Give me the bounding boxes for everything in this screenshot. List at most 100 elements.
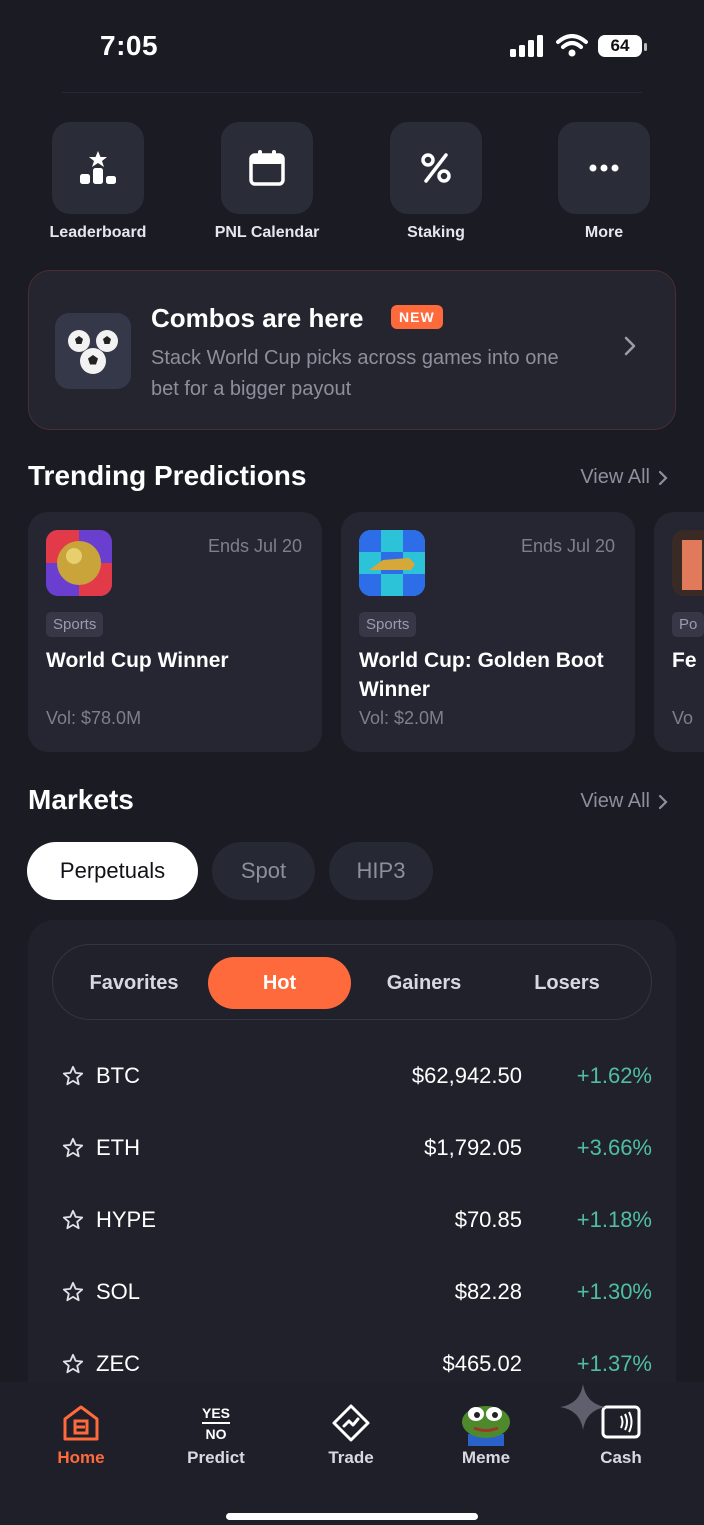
market-price: $465.02 bbox=[442, 1351, 522, 1376]
leaderboard-icon bbox=[52, 122, 144, 214]
view-all-label: View All bbox=[580, 466, 650, 488]
market-row-zec[interactable]: ZEC $465.02 +1.37% bbox=[62, 1344, 652, 1384]
battery-indicator: 64 bbox=[598, 35, 647, 57]
home-indicator bbox=[226, 1513, 478, 1520]
trending-view-all[interactable]: View All bbox=[580, 466, 668, 489]
prediction-title: World Cup Winner bbox=[46, 649, 229, 672]
market-symbol: BTC bbox=[96, 1063, 140, 1088]
tab-hip3[interactable]: HIP3 bbox=[329, 842, 433, 900]
market-symbol: ZEC bbox=[96, 1351, 140, 1376]
market-row-hype[interactable]: HYPE $70.85 +1.18% bbox=[62, 1200, 652, 1240]
banner-title: Combos are here bbox=[151, 303, 364, 333]
signal-icon bbox=[510, 35, 543, 57]
quick-action-leaderboard[interactable]: Leaderboard bbox=[33, 122, 163, 242]
star-icon[interactable] bbox=[62, 1209, 84, 1231]
prediction-title: World Cup: Golden Boot Winner bbox=[359, 649, 604, 701]
banner-subtitle: Stack World Cup picks across games into … bbox=[151, 347, 559, 400]
market-symbol: SOL bbox=[96, 1279, 141, 1304]
nav-home[interactable]: Home bbox=[21, 1400, 141, 1468]
markets-view-all[interactable]: View All bbox=[580, 790, 668, 813]
quick-action-label: Leaderboard bbox=[49, 224, 147, 241]
star-icon[interactable] bbox=[62, 1281, 84, 1303]
market-row-sol[interactable]: SOL $82.28 +1.30% bbox=[62, 1272, 652, 1312]
nav-label: Meme bbox=[461, 1448, 511, 1467]
bottom-nav: Home YES NO Predict Trade Meme Cash bbox=[0, 1382, 704, 1525]
yes-no-icon: YES NO bbox=[156, 1400, 276, 1446]
chevron-right-icon bbox=[658, 470, 668, 485]
world-cup-image bbox=[46, 530, 112, 596]
nav-label: Trade bbox=[328, 1448, 374, 1467]
nav-trade[interactable]: Trade bbox=[291, 1400, 411, 1468]
trending-title: Trending Predictions bbox=[28, 460, 307, 491]
status-time: 7:05 bbox=[100, 30, 159, 61]
market-price: $82.28 bbox=[454, 1279, 522, 1304]
frog-icon bbox=[426, 1400, 546, 1446]
more-icon bbox=[558, 122, 650, 214]
nav-meme[interactable]: Meme bbox=[426, 1400, 546, 1468]
sparkle-icon bbox=[560, 1384, 606, 1430]
markets-title: Markets bbox=[28, 784, 134, 815]
calendar-icon bbox=[221, 122, 313, 214]
quick-action-label: Staking bbox=[407, 224, 465, 241]
market-symbol: ETH bbox=[96, 1135, 140, 1160]
market-change: +1.37% bbox=[576, 1351, 652, 1376]
filter-hot[interactable]: Hot bbox=[208, 957, 351, 1009]
filter-favorites[interactable]: Favorites bbox=[63, 957, 205, 1009]
market-price: $62,942.50 bbox=[411, 1063, 522, 1088]
nav-label: Cash bbox=[600, 1448, 642, 1467]
status-icons: 64 bbox=[510, 34, 647, 58]
tab-spot[interactable]: Spot bbox=[212, 842, 315, 900]
combos-banner[interactable]: Combos are here NEW Stack World Cup pick… bbox=[28, 270, 676, 430]
category-tag: Sports bbox=[46, 612, 104, 637]
percent-icon bbox=[390, 122, 482, 214]
prediction-card-partial[interactable]: Po Fe Vo bbox=[654, 512, 704, 752]
filter-gainers[interactable]: Gainers bbox=[353, 957, 495, 1009]
trade-icon bbox=[291, 1400, 411, 1446]
nav-label: Home bbox=[57, 1448, 105, 1467]
star-icon[interactable] bbox=[62, 1137, 84, 1159]
market-row-btc[interactable]: BTC $62,942.50 +1.62% bbox=[62, 1056, 652, 1096]
prediction-end-date: Ends Jul 20 bbox=[207, 536, 302, 556]
quick-action-staking[interactable]: Staking bbox=[371, 122, 501, 242]
quick-action-label: PNL Calendar bbox=[214, 224, 320, 241]
prediction-volume: Vo bbox=[672, 708, 694, 728]
star-icon[interactable] bbox=[62, 1065, 84, 1087]
tab-perpetuals[interactable]: Perpetuals bbox=[27, 842, 198, 900]
quick-action-pnl-calendar[interactable]: PNL Calendar bbox=[202, 122, 332, 242]
golden-boot-image bbox=[359, 530, 425, 596]
quick-action-more[interactable]: More bbox=[539, 122, 669, 242]
prediction-end-date: Ends Jul 20 bbox=[520, 536, 615, 556]
market-change: +1.30% bbox=[576, 1279, 652, 1304]
nav-label: Predict bbox=[187, 1448, 245, 1467]
home-icon bbox=[21, 1400, 141, 1446]
chevron-right-icon bbox=[624, 336, 636, 356]
market-change: +1.18% bbox=[576, 1207, 652, 1232]
prediction-volume: Vol: $78.0M bbox=[46, 708, 142, 728]
market-row-eth[interactable]: ETH $1,792.05 +3.66% bbox=[62, 1128, 652, 1168]
wifi-icon bbox=[556, 34, 588, 57]
chevron-right-icon bbox=[658, 794, 668, 809]
market-price: $70.85 bbox=[454, 1207, 522, 1232]
prediction-volume: Vol: $2.0M bbox=[359, 708, 445, 728]
category-tag: Po bbox=[672, 612, 704, 637]
market-change: +3.66% bbox=[576, 1135, 652, 1160]
filter-bar: Favorites Hot Gainers Losers bbox=[52, 944, 652, 1020]
market-price: $1,792.05 bbox=[424, 1135, 522, 1160]
prediction-card[interactable]: Ends Jul 20 Sports World Cup Winner Vol:… bbox=[28, 512, 322, 752]
prediction-image bbox=[672, 530, 704, 596]
yes-label: YES bbox=[201, 1406, 230, 1424]
filter-losers[interactable]: Losers bbox=[496, 957, 638, 1009]
view-all-label: View All bbox=[580, 790, 650, 812]
quick-action-label: More bbox=[584, 224, 624, 241]
market-symbol: HYPE bbox=[96, 1207, 156, 1232]
market-change: +1.62% bbox=[576, 1063, 652, 1088]
prediction-title: Fe bbox=[672, 649, 697, 672]
prediction-card[interactable]: Ends Jul 20 Sports World Cup: Golden Boo… bbox=[341, 512, 635, 752]
top-divider bbox=[62, 92, 642, 93]
nav-predict[interactable]: YES NO Predict bbox=[156, 1400, 276, 1468]
soccer-balls-icon bbox=[55, 313, 131, 389]
star-icon[interactable] bbox=[62, 1353, 84, 1375]
no-label: NO bbox=[205, 1425, 227, 1442]
category-tag: Sports bbox=[359, 612, 417, 637]
new-badge: NEW bbox=[391, 305, 443, 329]
